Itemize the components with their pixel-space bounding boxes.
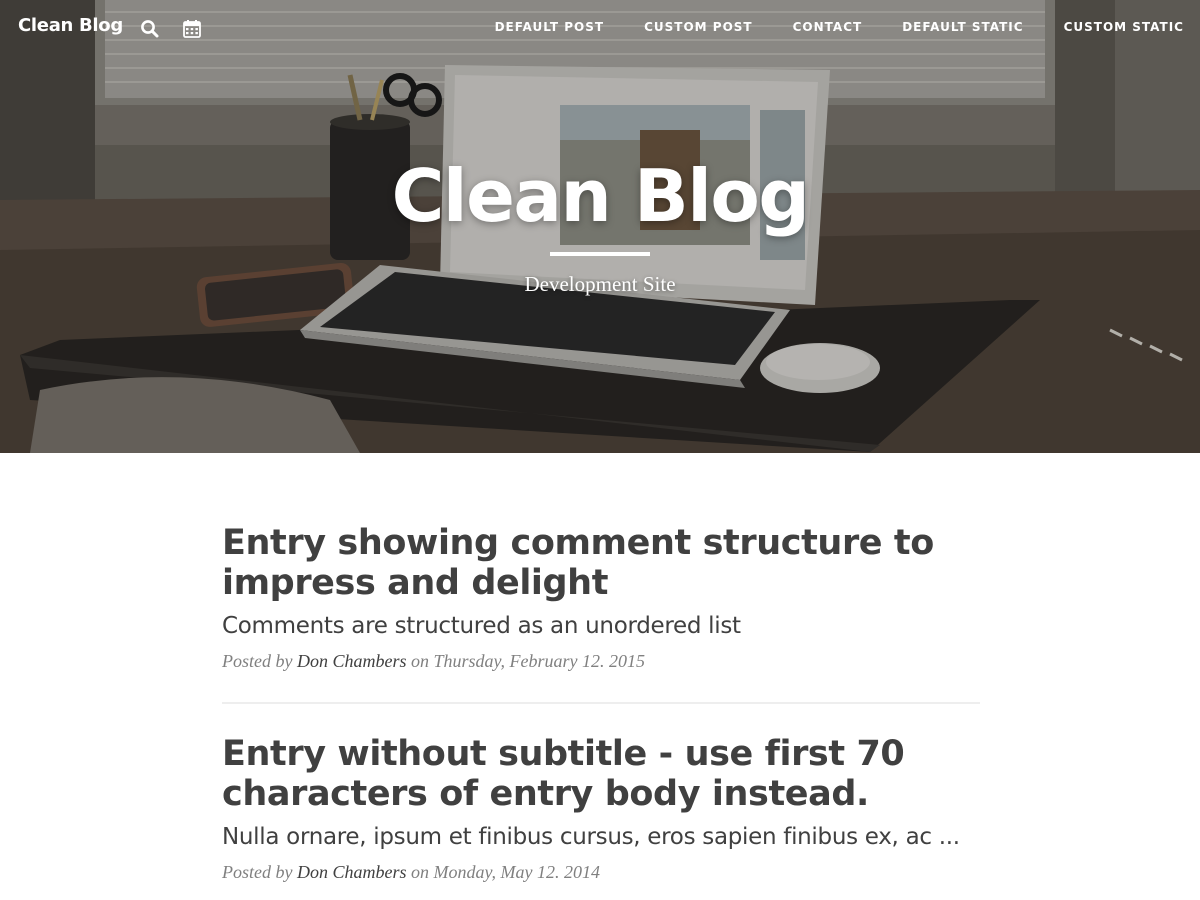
main-navbar: Clean Blog Default Post Custom Post xyxy=(0,0,1200,58)
site-subtitle: Development Site xyxy=(524,272,676,296)
post-title[interactable]: Entry showing comment structure to impre… xyxy=(222,523,980,603)
post-subtitle[interactable]: Comments are structured as an unordered … xyxy=(222,611,980,641)
post-meta: Posted by Don Chambers on Thursday, Febr… xyxy=(222,651,980,672)
post-meta: Posted by Don Chambers on Monday, May 12… xyxy=(222,862,980,883)
post-meta-on: on xyxy=(411,862,429,882)
post-meta-prefix: Posted by xyxy=(222,651,293,671)
search-icon[interactable] xyxy=(140,19,160,39)
post-preview[interactable]: Entry showing comment structure to impre… xyxy=(222,523,980,672)
hero-header: Clean Blog Default Post Custom Post xyxy=(0,0,1200,453)
nav-link-custom-post[interactable]: Custom Post xyxy=(624,0,773,58)
nav-link-custom-static[interactable]: Custom Static xyxy=(1044,0,1200,58)
post-date: Thursday, February 12. 2015 xyxy=(433,651,646,671)
post-list: Entry showing comment structure to impre… xyxy=(222,523,980,883)
site-heading: Clean Blog Development Site xyxy=(0,150,1200,297)
post-preview[interactable]: Entry without subtitle - use first 70 ch… xyxy=(222,734,980,883)
brand-link[interactable]: Clean Blog xyxy=(18,15,123,36)
hero-divider xyxy=(550,252,650,256)
nav-link-default-post[interactable]: Default Post xyxy=(475,0,625,58)
post-author-link[interactable]: Don Chambers xyxy=(297,862,407,882)
post-divider xyxy=(222,702,980,704)
site-title: Clean Blog xyxy=(391,154,810,238)
post-meta-prefix: Posted by xyxy=(222,862,293,882)
post-subtitle[interactable]: Nulla ornare, ipsum et finibus cursus, e… xyxy=(222,822,980,852)
nav-links: Default Post Custom Post Contact Default… xyxy=(475,0,1200,58)
nav-link-contact[interactable]: Contact xyxy=(773,0,883,58)
post-author-link[interactable]: Don Chambers xyxy=(297,651,407,671)
post-meta-on: on xyxy=(411,651,429,671)
nav-link-default-static[interactable]: Default Static xyxy=(882,0,1043,58)
post-title[interactable]: Entry without subtitle - use first 70 ch… xyxy=(222,734,980,814)
calendar-icon[interactable] xyxy=(182,19,202,39)
post-date: Monday, May 12. 2014 xyxy=(433,862,600,882)
